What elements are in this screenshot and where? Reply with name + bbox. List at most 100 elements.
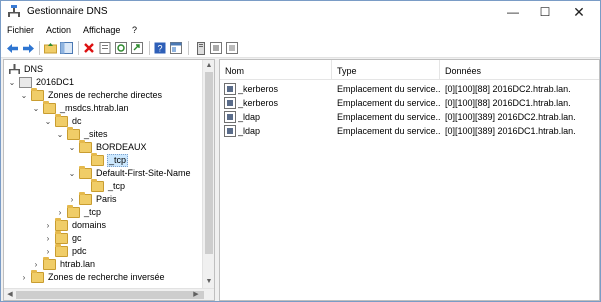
- folder-icon: [31, 270, 44, 283]
- list-row[interactable]: _ldap Emplacement du service... [0][100]…: [220, 110, 599, 124]
- record-type: Emplacement du service...: [337, 112, 440, 122]
- title-bar[interactable]: Gestionnaire DNS — ☐ ✕: [1, 1, 600, 23]
- maximize-button[interactable]: ☐: [530, 1, 560, 23]
- console-tree-icon[interactable]: [59, 41, 73, 55]
- list-row[interactable]: _ldap Emplacement du service... [0][100]…: [220, 124, 599, 138]
- folder-icon: [67, 205, 80, 218]
- list-header: Nom Type Données: [220, 60, 599, 80]
- console-tree-pane[interactable]: DNS ⌄ 2016DC1 ⌄ Zones de recherche direc…: [3, 59, 215, 301]
- record-name: _kerberos: [238, 84, 279, 94]
- record-data: [0][100][389] 2016DC2.htrab.lan.: [445, 112, 576, 122]
- tree-item-label: gc: [72, 233, 82, 243]
- expand-chevron-icon[interactable]: ⌄: [67, 167, 77, 180]
- expand-chevron-icon[interactable]: ›: [43, 219, 53, 232]
- record-name: _ldap: [238, 126, 261, 136]
- list-row[interactable]: _kerberos Emplacement du service... [0][…: [220, 82, 599, 96]
- menu-action[interactable]: Action: [46, 25, 71, 35]
- column-header-nom[interactable]: Nom: [220, 60, 332, 80]
- folder-icon: [55, 114, 68, 127]
- record-data: [0][100][88] 2016DC1.htrab.lan.: [445, 98, 571, 108]
- tree-item-label: htrab.lan: [60, 259, 96, 269]
- folder-icon: [55, 244, 68, 257]
- delete-icon[interactable]: [82, 41, 96, 55]
- folder-icon: [55, 218, 68, 231]
- tree-item-label: domains: [72, 220, 107, 230]
- record-data: [0][100][88] 2016DC2.htrab.lan.: [445, 84, 571, 94]
- toolbar-separator: [78, 41, 79, 55]
- back-icon[interactable]: [5, 41, 19, 55]
- folder-icon: [67, 127, 80, 140]
- folder-icon: [79, 166, 92, 179]
- tree-item-label: dc: [72, 116, 82, 126]
- scroll-thumb[interactable]: [16, 291, 204, 299]
- forward-icon[interactable]: [21, 41, 35, 55]
- toolbar-separator: [39, 41, 40, 55]
- toolbar: ?: [1, 38, 600, 58]
- expand-chevron-icon[interactable]: ⌄: [67, 141, 77, 154]
- list-row[interactable]: _kerberos Emplacement du service... [0][…: [220, 96, 599, 110]
- menu-affichage[interactable]: Affichage: [83, 25, 120, 35]
- expand-chevron-icon[interactable]: ⌄: [7, 76, 17, 89]
- folder-icon: [79, 192, 92, 205]
- column-header-donnees[interactable]: Données: [440, 60, 599, 80]
- dns-app-icon: [8, 5, 20, 17]
- record-new-icon[interactable]: [225, 41, 239, 55]
- column-header-type[interactable]: Type: [332, 60, 440, 80]
- expand-chevron-icon[interactable]: ⌄: [31, 102, 41, 115]
- folder-icon: [43, 101, 56, 114]
- toolbar-separator: [149, 41, 150, 55]
- scroll-thumb[interactable]: [205, 72, 213, 254]
- up-folder-icon[interactable]: [43, 41, 57, 55]
- close-button[interactable]: ✕: [564, 1, 594, 23]
- tree-item-label: 2016DC1: [36, 77, 75, 87]
- expand-chevron-icon[interactable]: ›: [19, 271, 29, 284]
- expand-chevron-icon[interactable]: ›: [43, 232, 53, 245]
- record-type: Emplacement du service...: [337, 84, 440, 94]
- folder-icon: [31, 88, 44, 101]
- expand-chevron-icon[interactable]: ⌄: [43, 115, 53, 128]
- tree-item-label: _tcp: [84, 207, 102, 217]
- refresh-icon[interactable]: [114, 41, 128, 55]
- record-name: _kerberos: [238, 98, 279, 108]
- menu-fichier[interactable]: Fichier: [7, 25, 34, 35]
- record-type: Emplacement du service...: [337, 98, 440, 108]
- tree-item-label: _sites: [84, 129, 108, 139]
- folder-icon: [55, 231, 68, 244]
- help-icon[interactable]: ?: [153, 41, 167, 55]
- tree-item-label-selected: _tcp: [107, 154, 129, 167]
- record-icon[interactable]: [209, 41, 223, 55]
- mmc-icon[interactable]: [169, 41, 183, 55]
- scroll-up-arrow-icon[interactable]: ▲: [203, 60, 214, 72]
- tree-item-label: BORDEAUX: [96, 142, 147, 152]
- minimize-button[interactable]: —: [498, 1, 528, 23]
- srv-record-icon: [224, 97, 236, 109]
- tree-horizontal-scrollbar[interactable]: ◀ ▶: [4, 288, 214, 300]
- dns-manager-window: Gestionnaire DNS — ☐ ✕ Fichier Action Af…: [0, 0, 601, 302]
- folder-icon: [43, 257, 56, 270]
- expand-chevron-icon[interactable]: ⌄: [19, 89, 29, 102]
- tree-item-label: _tcp: [108, 181, 126, 191]
- server-icon[interactable]: [194, 41, 208, 55]
- tree-item-label: DNS: [24, 64, 44, 74]
- menu-bar: Fichier Action Affichage ?: [1, 23, 600, 38]
- tree-item-label: Zones de recherche directes: [48, 90, 163, 100]
- srv-record-icon: [224, 125, 236, 137]
- properties-icon[interactable]: [98, 41, 112, 55]
- menu-help[interactable]: ?: [132, 25, 137, 35]
- tree-vertical-scrollbar[interactable]: ▲ ▼: [202, 60, 214, 300]
- scroll-left-arrow-icon[interactable]: ◀: [4, 289, 16, 300]
- records-list-pane[interactable]: Nom Type Données _kerberos Emplacement d…: [219, 59, 600, 301]
- dns-icon: [8, 64, 21, 75]
- folder-icon: [91, 153, 104, 166]
- export-icon[interactable]: [130, 41, 144, 55]
- record-name: _ldap: [238, 112, 261, 122]
- folder-icon: [91, 179, 104, 192]
- expand-chevron-icon[interactable]: ⌄: [55, 128, 65, 141]
- scroll-down-arrow-icon[interactable]: ▼: [203, 276, 214, 288]
- toolbar-separator: [188, 41, 189, 55]
- svg-text:?: ?: [157, 44, 162, 54]
- tree-item-label: Default-First-Site-Name: [96, 168, 191, 178]
- window-title: Gestionnaire DNS: [27, 6, 108, 17]
- scroll-right-arrow-icon[interactable]: ▶: [190, 289, 202, 300]
- srv-record-icon: [224, 111, 236, 123]
